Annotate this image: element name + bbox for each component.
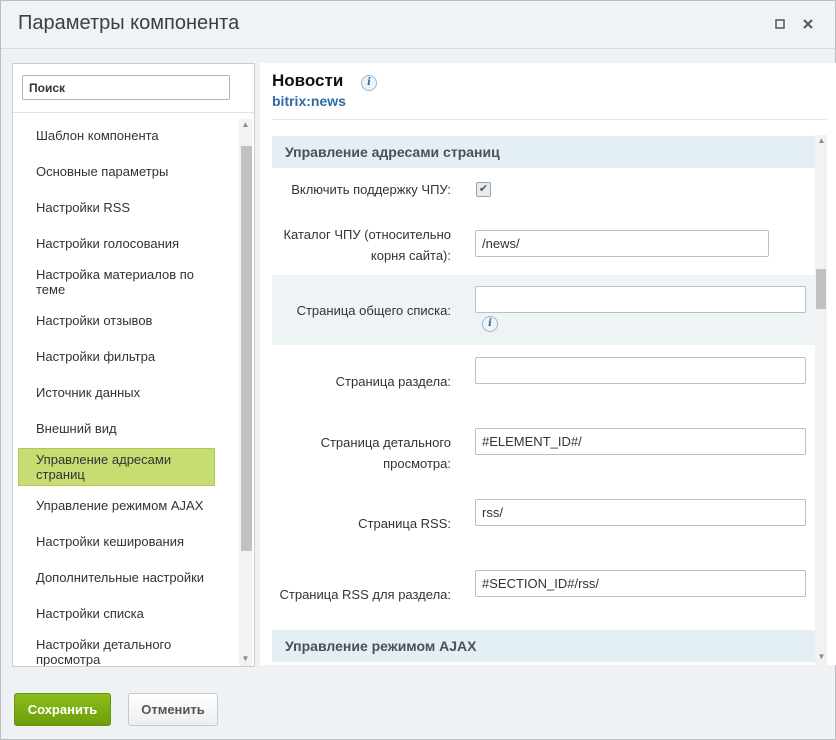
cancel-button[interactable]: Отменить	[128, 693, 218, 726]
sidebar-item-related[interactable]: Настройка материалов по теме	[21, 267, 201, 297]
sef-mode-label: Включить поддержку ЧПУ:	[291, 182, 451, 197]
section-header-sef[interactable]: Управление адресами страниц	[272, 136, 816, 168]
scroll-up-icon[interactable]: ▲	[815, 136, 828, 145]
sidebar-item-visual[interactable]: Внешний вид	[21, 421, 246, 436]
component-parameters-dialog: Параметры компонента Шаблон компонента О…	[0, 0, 836, 740]
scroll-down-icon[interactable]: ▼	[239, 654, 252, 663]
sidebar-item-rss[interactable]: Настройки RSS	[21, 200, 246, 215]
info-icon[interactable]: i	[482, 316, 498, 332]
scroll-down-icon[interactable]: ▼	[815, 652, 828, 661]
sidebar-item-additional[interactable]: Дополнительные настройки	[21, 570, 246, 585]
sidebar-scrollbar-thumb[interactable]	[241, 146, 252, 551]
sidebar-item-cache[interactable]: Настройки кеширования	[21, 534, 246, 549]
divider	[13, 112, 254, 113]
sidebar-item-detail[interactable]: Настройки детального просмотра	[21, 637, 201, 666]
rss-section-page-label: Страница RSS для раздела:	[279, 587, 452, 602]
divider	[272, 119, 827, 120]
sef-folder-label: Каталог ЧПУ (относительно корня сайта):	[283, 227, 451, 263]
sidebar-item-reviews[interactable]: Настройки отзывов	[21, 313, 246, 328]
detail-page-input[interactable]	[475, 428, 806, 455]
close-icon[interactable]	[799, 15, 817, 33]
component-code: bitrix:news	[272, 93, 346, 109]
rss-page-input[interactable]	[475, 499, 806, 526]
settings-scrollbar[interactable]	[815, 135, 827, 665]
dialog-title: Параметры компонента	[18, 12, 240, 34]
sidebar-item-filter[interactable]: Настройки фильтра	[21, 349, 246, 364]
settings-panel: Новости i bitrix:news Управление адресам…	[260, 63, 836, 665]
section-page-input[interactable]	[475, 357, 806, 384]
rss-page-label: Страница RSS:	[358, 516, 451, 531]
detail-page-label: Страница детального просмотра:	[320, 435, 451, 471]
sidebar-item-template[interactable]: Шаблон компонента	[21, 128, 246, 143]
info-icon[interactable]: i	[361, 75, 377, 91]
save-button[interactable]: Сохранить	[14, 693, 111, 726]
sidebar-item-data-source[interactable]: Источник данных	[21, 385, 246, 400]
sidebar-item-list[interactable]: Настройки списка	[21, 606, 246, 621]
section-page-label: Страница раздела:	[335, 374, 451, 389]
search-input[interactable]	[22, 75, 230, 100]
settings-scrollbar-thumb[interactable]	[816, 269, 826, 309]
list-page-input[interactable]	[475, 286, 806, 313]
component-name: Новости	[272, 71, 344, 90]
scroll-up-icon[interactable]: ▲	[239, 120, 252, 129]
rss-section-page-input[interactable]	[475, 570, 806, 597]
section-header-ajax[interactable]: Управление режимом AJAX	[272, 630, 816, 662]
sidebar-item-voting[interactable]: Настройки голосования	[21, 236, 246, 251]
sidebar-item-ajax[interactable]: Управление режимом AJAX	[21, 498, 246, 513]
sef-folder-input[interactable]	[475, 230, 769, 257]
dialog-titlebar: Параметры компонента	[1, 1, 835, 49]
sidebar-item-base[interactable]: Основные параметры	[21, 164, 246, 179]
maximize-icon[interactable]	[771, 15, 789, 33]
dialog-footer: Сохранить Отменить	[1, 678, 835, 739]
sidebar: Шаблон компонента Основные параметры Нас…	[12, 63, 255, 667]
list-page-label: Страница общего списка:	[296, 303, 451, 318]
sidebar-item-sef[interactable]: Управление адресами страниц	[18, 448, 215, 486]
sef-mode-checkbox[interactable]: ✔	[476, 182, 491, 197]
